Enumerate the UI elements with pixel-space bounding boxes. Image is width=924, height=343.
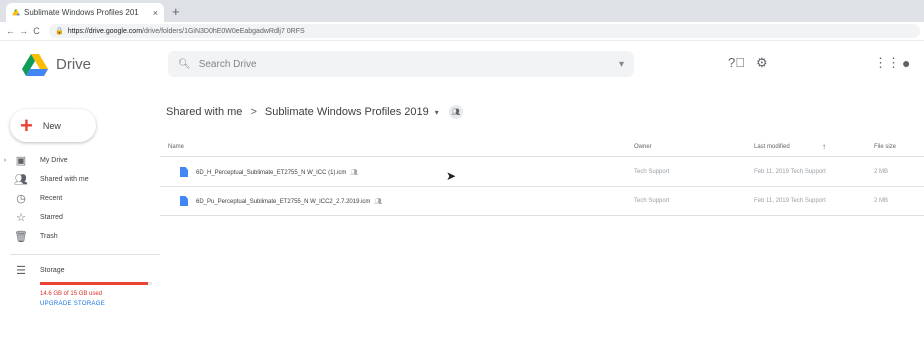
sidebar-item-recent[interactable]: ◷ Recent (0, 189, 160, 208)
address-bar[interactable]: 🔒 https://drive.google.com /drive/folder… (49, 24, 920, 38)
star-icon: ☆ (16, 212, 26, 224)
file-name: 6D_Pu_Perceptual_Sublimate_ET2755_N W_IC… (196, 199, 383, 205)
storage-label: Storage (40, 267, 65, 274)
sidebar-item-shared[interactable]: 👥︎ Shared with me (0, 170, 160, 189)
breadcrumb-separator-icon: > (250, 106, 257, 118)
drive-favicon-icon (12, 8, 20, 16)
sidebar-item-label: Starred (40, 214, 63, 221)
drive-icon: ▣ (15, 155, 27, 167)
mouse-cursor-icon: ➤ (446, 169, 457, 183)
search-options-icon[interactable]: ▾ (619, 59, 624, 70)
sidebar-nav: › ▣ My Drive 👥︎ Shared with me ◷ Recent … (0, 151, 160, 307)
file-modified: Feb 11, 2019 Tech Support (754, 169, 826, 175)
help-icon[interactable]: ?⃝ (728, 55, 745, 70)
brand-name[interactable]: Drive (56, 56, 91, 73)
file-list-header: Name Owner Last modified ↑ File size (160, 139, 924, 157)
sort-arrow-icon[interactable]: ↑ (822, 142, 826, 151)
breadcrumb-current-folder[interactable]: Sublimate Windows Profiles 2019 (265, 106, 429, 118)
upgrade-storage-link[interactable]: UPGRADE STORAGE (40, 301, 160, 307)
file-size: 2 MB (874, 198, 889, 204)
storage-quota-bar (40, 282, 152, 285)
sidebar-item-label: My Drive (40, 157, 68, 164)
browser-tab[interactable]: Sublimate Windows Profiles 201 × (6, 3, 164, 22)
plus-icon: + (20, 112, 33, 138)
trash-icon: 🗑︎ (14, 231, 28, 243)
sidebar-item-storage[interactable]: ☰ Storage (0, 261, 160, 280)
expand-caret-icon[interactable]: › (0, 157, 10, 164)
browser-tab-strip: Sublimate Windows Profiles 201 × + (0, 0, 924, 22)
file-name: 6D_H_Perceptual_Sublimate_ET2755_N W_ICC… (196, 170, 359, 176)
column-last-modified[interactable]: Last modified (754, 144, 790, 150)
storage-icon: ☰ (16, 265, 26, 277)
file-icon (180, 167, 188, 177)
sidebar-item-label: Trash (40, 233, 58, 240)
column-owner[interactable]: Owner (634, 144, 652, 150)
search-icon[interactable]: 🔍︎ (178, 59, 191, 70)
apps-grid-icon[interactable]: ⋮⋮ (874, 55, 900, 71)
sidebar-item-trash[interactable]: 🗑︎ Trash (0, 227, 160, 246)
file-modified: Feb 11, 2019 Tech Support (754, 198, 826, 204)
back-icon[interactable]: ← (4, 26, 17, 36)
search-input[interactable]: Search Drive (199, 59, 619, 70)
storage-usage-text: 14.6 GB of 15 GB used (40, 291, 103, 297)
tab-title: Sublimate Windows Profiles 201 (24, 8, 139, 17)
sidebar-item-my-drive[interactable]: › ▣ My Drive (0, 151, 160, 170)
new-button[interactable]: + New (10, 109, 96, 142)
breadcrumb: Shared with me > Sublimate Windows Profi… (166, 105, 463, 119)
file-size: 2 MB (874, 169, 889, 175)
lock-icon: 🔒 (55, 28, 64, 35)
column-name[interactable]: Name (168, 144, 184, 150)
new-button-label: New (42, 120, 61, 131)
shared-icon: 👥︎ (374, 199, 383, 205)
drive-app: Drive 🔍︎ Search Drive ▾ ?⃝ ⚙ ⋮⋮ ● + New … (0, 41, 924, 343)
account-icon[interactable]: ● (902, 55, 910, 71)
breadcrumb-root[interactable]: Shared with me (166, 106, 242, 118)
sidebar-item-starred[interactable]: ☆ Starred (0, 208, 160, 227)
divider (10, 254, 160, 255)
drive-logo-icon[interactable] (22, 54, 48, 76)
table-row[interactable]: 6D_H_Perceptual_Sublimate_ET2755_N W_ICC… (160, 158, 924, 187)
file-owner: Tech Support (634, 169, 670, 175)
tab-close-icon[interactable]: × (153, 8, 158, 18)
app-header: Drive 🔍︎ Search Drive ▾ ?⃝ ⚙ ⋮⋮ ● (0, 41, 924, 89)
people-icon: 👥︎ (14, 174, 28, 186)
search-bar[interactable]: 🔍︎ Search Drive ▾ (168, 51, 634, 77)
table-row[interactable]: 6D_Pu_Perceptual_Sublimate_ET2755_N W_IC… (160, 187, 924, 216)
file-owner: Tech Support (634, 198, 670, 204)
url-path: /drive/folders/1GiN3D0hE0W0eEabgadwRdlj7… (142, 27, 305, 35)
browser-toolbar: ← → C 🔒 https://drive.google.com /drive/… (0, 22, 924, 41)
column-file-size[interactable]: File size (874, 144, 896, 150)
storage-quota-fill (40, 282, 148, 285)
sidebar-item-label: Recent (40, 195, 63, 202)
url-host: https://drive.google.com (67, 27, 143, 35)
clock-icon: ◷ (16, 193, 26, 205)
shared-folder-icon: 👥︎ (448, 105, 463, 119)
reload-icon[interactable]: C (30, 26, 43, 36)
sidebar-item-label: Shared with me (40, 176, 89, 183)
chevron-down-icon[interactable]: ▾ (435, 108, 439, 117)
forward-icon[interactable]: → (17, 26, 30, 36)
gear-icon[interactable]: ⚙ (756, 55, 768, 71)
new-tab-button[interactable]: + (172, 4, 180, 19)
shared-icon: 👥︎ (350, 170, 359, 176)
file-icon (180, 196, 188, 206)
